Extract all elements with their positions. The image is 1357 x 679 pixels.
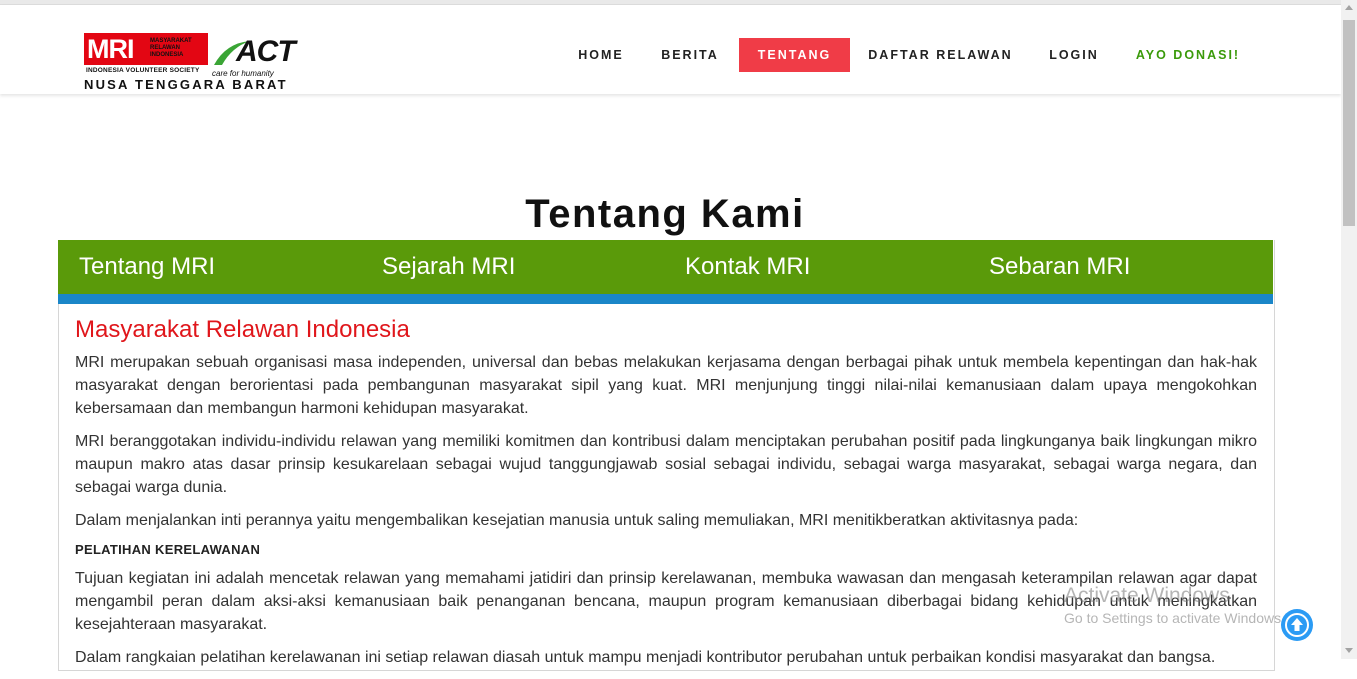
- watermark-subtitle: Go to Settings to activate Windows.: [1064, 610, 1285, 626]
- tab-kontak-mri[interactable]: Kontak MRI: [685, 240, 810, 294]
- tab-bar: Tentang MRI Sejarah MRI Kontak MRI Sebar…: [58, 240, 1273, 294]
- scrollbar-thumb[interactable]: [1343, 20, 1355, 226]
- tab-underline: [58, 294, 1273, 304]
- page-title: Tentang Kami: [525, 191, 805, 236]
- page-scrollbar[interactable]: [1341, 0, 1357, 659]
- nav-login[interactable]: LOGIN: [1039, 38, 1109, 72]
- main-nav: HOME BERITA TENTANG DAFTAR RELAWAN LOGIN…: [0, 38, 1341, 72]
- site-header: MRI MASYARAKAT RELAWAN INDONESIA INDONES…: [0, 5, 1341, 94]
- nav-ayo-donasi[interactable]: AYO DONASI!: [1127, 38, 1249, 72]
- tab-sejarah-mri[interactable]: Sejarah MRI: [382, 240, 515, 294]
- tab-tentang-mri[interactable]: Tentang MRI: [79, 240, 215, 294]
- section-subheading: PELATIHAN KERELAWANAN: [75, 542, 261, 557]
- paragraph-3: Dalam menjalankan inti perannya yaitu me…: [75, 512, 1079, 529]
- scroll-to-top-button[interactable]: [1281, 609, 1313, 641]
- watermark-title: Activate Windows: [1064, 584, 1230, 607]
- nav-tentang[interactable]: TENTANG: [739, 38, 850, 72]
- arrow-up-circle-icon: [1285, 613, 1309, 637]
- region-label: NUSA TENGGARA BARAT: [84, 77, 288, 92]
- chevron-up-icon[interactable]: [1345, 5, 1353, 10]
- paragraph-1: MRI merupakan sebuah organisasi masa ind…: [75, 354, 1257, 417]
- chevron-down-icon[interactable]: [1345, 648, 1353, 653]
- nav-home[interactable]: HOME: [568, 38, 634, 72]
- content-heading: Masyarakat Relawan Indonesia: [75, 316, 410, 343]
- nav-berita[interactable]: BERITA: [652, 38, 728, 72]
- nav-daftar-relawan[interactable]: DAFTAR RELAWAN: [861, 38, 1020, 72]
- paragraph-2: MRI beranggotakan individu-individu rela…: [75, 433, 1257, 496]
- paragraph-5: Dalam rangkaian pelatihan kerelawanan in…: [75, 649, 1216, 666]
- tab-sebaran-mri[interactable]: Sebaran MRI: [989, 240, 1130, 294]
- windows-activation-watermark: Activate Windows Go to Settings to activ…: [1064, 584, 1285, 626]
